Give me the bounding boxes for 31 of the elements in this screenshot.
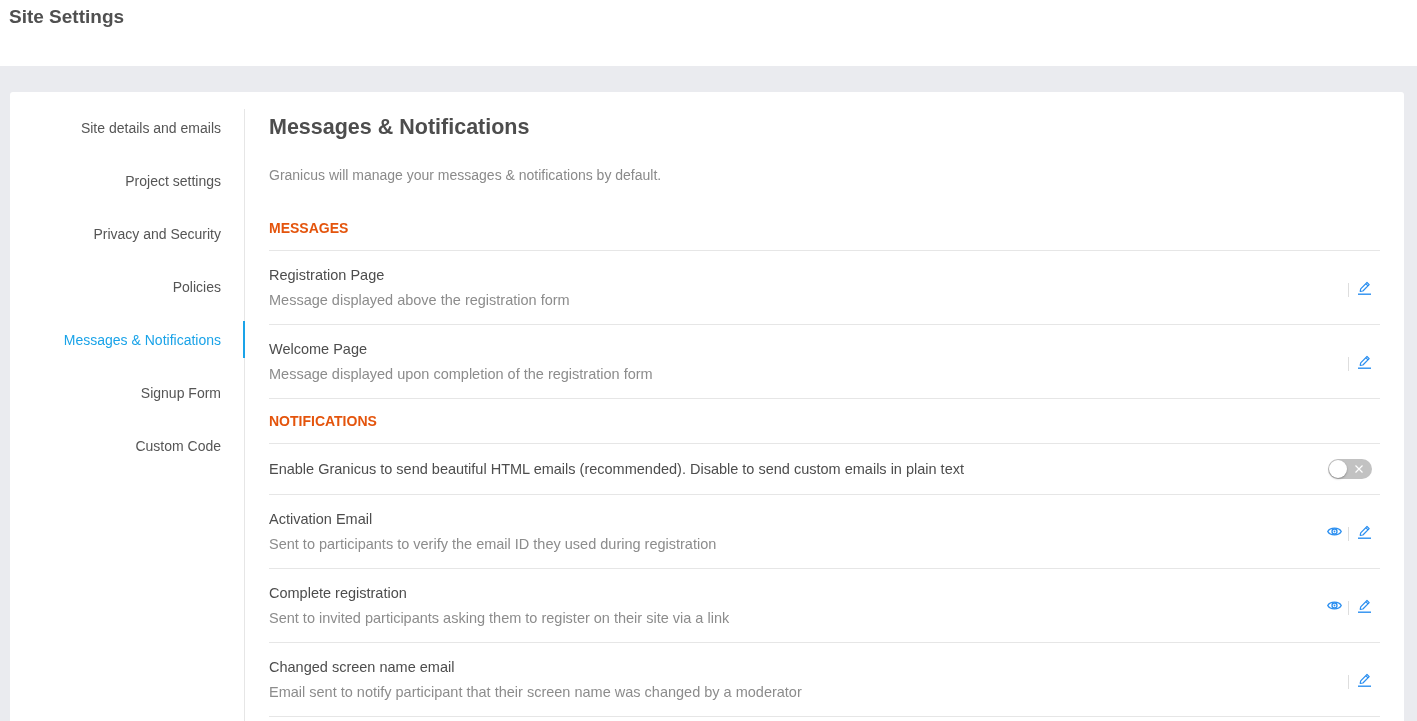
- sidebar-item[interactable]: Policies: [10, 268, 245, 305]
- pencil-icon[interactable]: [1358, 672, 1371, 687]
- row-title: Registration Page: [269, 266, 385, 285]
- sidebar-item[interactable]: Custom Code: [10, 427, 245, 464]
- toggle-switch[interactable]: [1328, 459, 1372, 479]
- sidebar-item[interactable]: Project settings: [10, 162, 245, 199]
- pencil-icon[interactable]: [1358, 354, 1371, 369]
- row-title: Activation Email: [269, 510, 373, 529]
- row-description: Sent to invited participants asking them to register on their site via a link: [269, 609, 730, 628]
- setting-label: Enable Granicus to send beautiful HTML emails (recommended). Disable to send custom emails in plain text: [269, 460, 964, 479]
- pencil-icon[interactable]: [1358, 598, 1371, 613]
- pencil-icon[interactable]: [1358, 524, 1371, 539]
- panel-description: Granicus will manage your messages & notifications by default.: [269, 166, 662, 185]
- section-heading: NOTIFICATIONS: [269, 412, 377, 431]
- row-description: Sent to participants to verify the email ID they used during registration: [269, 535, 717, 554]
- row-title: Welcome Page: [269, 340, 368, 359]
- panel-title: Messages & Notifications: [269, 114, 530, 141]
- sidebar-item[interactable]: Signup Form: [10, 374, 245, 411]
- row-description: Message displayed above the registration form: [269, 291, 570, 310]
- cross-icon: [1355, 465, 1363, 473]
- sidebar-item[interactable]: Site details and emails: [10, 109, 245, 146]
- row-title: Complete registration: [269, 584, 407, 603]
- sidebar-item[interactable]: Privacy and Security: [10, 215, 245, 252]
- row-description: Message displayed upon completion of the registration form: [269, 365, 653, 384]
- pencil-icon[interactable]: [1358, 280, 1371, 295]
- page-title: Site Settings: [9, 6, 125, 28]
- section-heading: MESSAGES: [269, 219, 349, 238]
- row-title: Changed screen name email: [269, 658, 455, 677]
- row-description: Email sent to notify participant that their screen name was changed by a moderator: [269, 683, 802, 702]
- eye-icon[interactable]: [1327, 600, 1342, 611]
- eye-icon[interactable]: [1327, 526, 1342, 537]
